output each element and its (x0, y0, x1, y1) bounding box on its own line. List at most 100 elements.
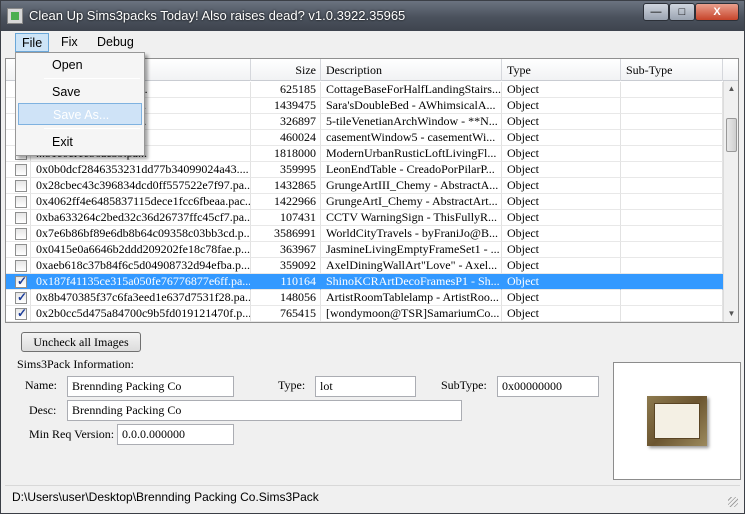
cell-description[interactable]: [wondymoon@TSR]SamariumCo... (321, 306, 502, 322)
cell-type[interactable]: Object (502, 114, 621, 130)
cell-type[interactable]: Object (502, 258, 621, 274)
table-row[interactable]: 0x0415e0a6646b2ddd209202fe18c78fae.p... 3… (6, 242, 723, 258)
cell-type[interactable]: Object (502, 242, 621, 258)
cell-subtype[interactable] (621, 210, 723, 226)
cell-description[interactable]: ShinoKCRArtDecoFramesP1 - Sh... (321, 274, 502, 290)
cell-description[interactable]: casementWindow5 - casementWi... (321, 130, 502, 146)
cell-size[interactable]: 107431 (251, 210, 321, 226)
cell-size[interactable]: 110164 (251, 274, 321, 290)
cell-size[interactable]: 1818000 (251, 146, 321, 162)
cell-subtype[interactable] (621, 162, 723, 178)
column-header-description[interactable]: Description (321, 59, 502, 81)
cell-subtype[interactable] (621, 178, 723, 194)
uncheck-all-images-button[interactable]: Uncheck all Images (21, 332, 141, 352)
cell-subtype[interactable] (621, 82, 723, 98)
row-check-cell[interactable] (6, 274, 31, 290)
cell-size[interactable]: 359092 (251, 258, 321, 274)
cell-size[interactable]: 1422966 (251, 194, 321, 210)
cell-subtype[interactable] (621, 274, 723, 290)
column-header-size[interactable]: Size (251, 59, 321, 81)
cell-id[interactable]: 0xaeb618c37b84f6c5d04908732d94efba.p... (31, 258, 251, 274)
cell-type[interactable]: Object (502, 162, 621, 178)
cell-subtype[interactable] (621, 258, 723, 274)
cell-size[interactable]: 3586991 (251, 226, 321, 242)
cell-id[interactable]: 0x8b470385f37c6fa3eed1e637d7531f28.pa... (31, 290, 251, 306)
cell-type[interactable]: Object (502, 82, 621, 98)
min-req-version-field[interactable]: 0.0.0.000000 (117, 424, 234, 445)
cell-id[interactable]: 0x187f41135ce315a050fe76776877e6ff.pa... (31, 274, 251, 290)
row-checkbox[interactable] (15, 274, 27, 289)
subtype-field[interactable]: 0x00000000 (497, 376, 599, 397)
row-checkbox[interactable] (15, 212, 27, 224)
menu-debug[interactable]: Debug (91, 33, 140, 52)
vertical-scrollbar[interactable]: ▲ ▼ (723, 81, 738, 322)
scroll-down-arrow-icon[interactable]: ▼ (724, 306, 738, 322)
cell-subtype[interactable] (621, 98, 723, 114)
cell-id[interactable]: 0x0b0dcf2846353231dd77b34099024a43.... (31, 162, 251, 178)
cell-subtype[interactable] (621, 242, 723, 258)
row-checkbox[interactable] (15, 196, 27, 208)
cell-size[interactable]: 1432865 (251, 178, 321, 194)
cell-id[interactable]: 0x4062ff4e6485837115dece1fcc6fbeaa.pac..… (31, 194, 251, 210)
table-row[interactable]: 0x28cbec43c396834dcd0ff557522e7f97.pa...… (6, 178, 723, 194)
cell-id[interactable]: 0xba633264c2bed32c36d26737ffc45cf7.pa... (31, 210, 251, 226)
table-row[interactable]: 0x0b0dcf2846353231dd77b34099024a43.... 35… (6, 162, 723, 178)
table-row[interactable]: 0xba633264c2bed32c36d26737ffc45cf7.pa...… (6, 210, 723, 226)
cell-description[interactable]: Sara'sDoubleBed - AWhimsicalA... (321, 98, 502, 114)
column-header-type[interactable]: Type (502, 59, 621, 81)
table-row[interactable]: 0xaeb618c37b84f6c5d04908732d94efba.p... 3… (6, 258, 723, 274)
row-checkbox[interactable] (15, 180, 27, 192)
cell-type[interactable]: Object (502, 98, 621, 114)
menu-fix[interactable]: Fix (55, 33, 84, 52)
cell-type[interactable]: Object (502, 274, 621, 290)
table-row[interactable]: 0x187f41135ce315a050fe76776877e6ff.pa...… (6, 274, 723, 290)
cell-subtype[interactable] (621, 146, 723, 162)
menu-file[interactable]: File (15, 33, 50, 52)
cell-description[interactable]: LeonEndTable - CreadoPorPilarP... (321, 162, 502, 178)
row-check-cell[interactable] (6, 194, 31, 210)
cell-size[interactable]: 148056 (251, 290, 321, 306)
cell-description[interactable]: GrungeArtIII_Chemy - AbstractA... (321, 178, 502, 194)
row-checkbox[interactable] (15, 164, 27, 176)
row-checkbox[interactable] (15, 290, 27, 305)
row-checkbox[interactable] (15, 306, 27, 321)
cell-description[interactable]: GrungeArtI_Chemy - AbstractArt... (321, 194, 502, 210)
table-row[interactable]: 0x2b0cc5d475a84700c9b5fd019121470f.p...7… (6, 306, 723, 322)
name-field[interactable]: Brennding Packing Co (67, 376, 234, 397)
cell-size[interactable]: 326897 (251, 114, 321, 130)
table-row[interactable]: 0x7e6b86bf89e6db8b64c09358c03bb3cd.p... 3… (6, 226, 723, 242)
cell-subtype[interactable] (621, 194, 723, 210)
table-row[interactable]: 0x8b470385f37c6fa3eed1e637d7531f28.pa...… (6, 290, 723, 306)
row-check-cell[interactable] (6, 162, 31, 178)
row-check-cell[interactable] (6, 226, 31, 242)
cell-description[interactable]: ArtistRoomTablelamp - ArtistRoo... (321, 290, 502, 306)
cell-size[interactable]: 460024 (251, 130, 321, 146)
row-check-cell[interactable] (6, 178, 31, 194)
cell-description[interactable]: 5-tileVenetianArchWindow - **N... (321, 114, 502, 130)
resize-grip-icon[interactable] (728, 497, 738, 507)
cell-subtype[interactable] (621, 130, 723, 146)
cell-size[interactable]: 363967 (251, 242, 321, 258)
type-field[interactable]: lot (315, 376, 416, 397)
row-checkbox[interactable] (15, 244, 27, 256)
maximize-button[interactable]: □ (669, 3, 695, 21)
cell-subtype[interactable] (621, 114, 723, 130)
row-checkbox[interactable] (15, 228, 27, 240)
cell-id[interactable]: 0x7e6b86bf89e6db8b64c09358c03bb3cd.p... (31, 226, 251, 242)
cell-description[interactable]: WorldCityTravels - byFraniJo@B... (321, 226, 502, 242)
title-bar[interactable]: Clean Up Sims3packs Today! Also raises d… (1, 1, 744, 31)
cell-type[interactable]: Object (502, 194, 621, 210)
cell-subtype[interactable] (621, 290, 723, 306)
row-check-cell[interactable] (6, 306, 31, 322)
menu-save-as[interactable]: Save As... (18, 103, 142, 125)
close-button[interactable]: X (695, 3, 739, 21)
row-check-cell[interactable] (6, 258, 31, 274)
cell-size[interactable]: 625185 (251, 82, 321, 98)
menu-save[interactable]: Save (18, 81, 142, 103)
row-check-cell[interactable] (6, 290, 31, 306)
cell-subtype[interactable] (621, 226, 723, 242)
desc-field[interactable]: Brennding Packing Co (67, 400, 462, 421)
cell-type[interactable]: Object (502, 178, 621, 194)
menu-open[interactable]: Open (18, 54, 142, 76)
cell-id[interactable]: 0x0415e0a6646b2ddd209202fe18c78fae.p... (31, 242, 251, 258)
